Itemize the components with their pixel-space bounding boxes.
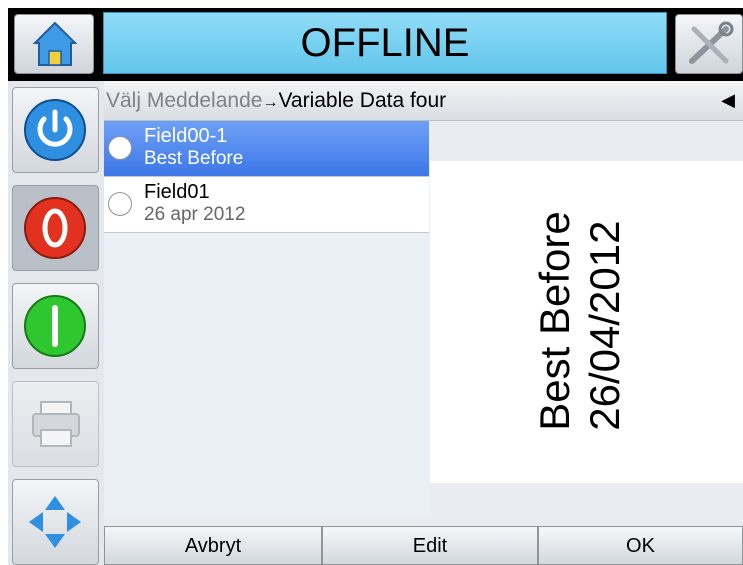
back-arrow-icon[interactable]: ◀ xyxy=(721,81,735,120)
preview-text: Best Before 26/04/2012 xyxy=(530,211,630,430)
printer-icon xyxy=(32,401,80,447)
tools-icon xyxy=(689,21,734,64)
app-frame: OFFLINE Välj Meddelande→Variable Data fo… xyxy=(8,8,743,565)
left-sidebar xyxy=(8,81,104,565)
home-icon xyxy=(32,21,78,66)
field-value: Best Before xyxy=(144,148,244,169)
stop-button[interactable] xyxy=(12,185,99,271)
navigation-arrows-icon xyxy=(29,496,81,548)
ok-button[interactable]: OK xyxy=(538,526,743,565)
print-button[interactable] xyxy=(12,381,99,467)
footer-bar: Avbryt Edit OK xyxy=(104,526,743,565)
main-panel: Välj Meddelande→Variable Data four ◀ Fie… xyxy=(104,81,743,565)
printer-status: OFFLINE xyxy=(103,12,667,74)
field-list: Field00-1 Best Before Field01 26 apr 201… xyxy=(104,121,431,516)
breadcrumb-current: Variable Data four xyxy=(278,89,447,112)
preview-line-1: Best Before xyxy=(531,211,578,431)
field-name: Field01 xyxy=(144,181,210,203)
radio-button-icon[interactable] xyxy=(108,192,132,216)
field-name: Field00-1 xyxy=(144,125,228,147)
edit-button[interactable]: Edit xyxy=(322,526,538,565)
tools-button[interactable] xyxy=(675,14,743,74)
shutdown-button[interactable] xyxy=(12,87,99,173)
breadcrumb-separator: → xyxy=(262,94,279,111)
preview-line-2: 26/04/2012 xyxy=(581,220,628,431)
power-icon xyxy=(24,99,86,161)
navigation-button[interactable] xyxy=(12,479,99,565)
field-item[interactable]: Field01 26 apr 2012 xyxy=(104,177,429,233)
breadcrumb-parent[interactable]: Välj Meddelande xyxy=(106,89,262,112)
field-value: 26 apr 2012 xyxy=(144,204,246,225)
stop-icon xyxy=(24,197,86,259)
home-button[interactable] xyxy=(14,14,94,74)
start-icon xyxy=(24,295,86,357)
cancel-button[interactable]: Avbryt xyxy=(104,526,322,565)
breadcrumb: Välj Meddelande→Variable Data four ◀ xyxy=(104,81,743,121)
message-preview: Best Before 26/04/2012 xyxy=(430,161,743,483)
field-item[interactable]: Field00-1 Best Before xyxy=(104,121,429,177)
radio-button-icon[interactable] xyxy=(108,136,132,160)
start-button[interactable] xyxy=(12,283,99,369)
